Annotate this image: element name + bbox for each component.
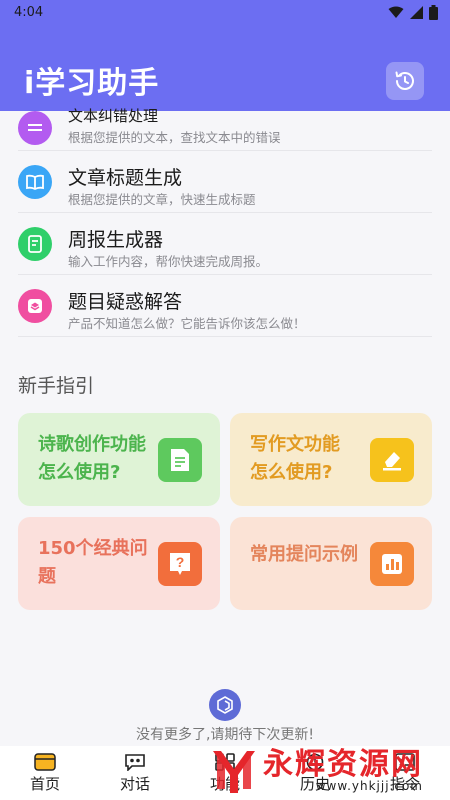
status-icons <box>388 4 438 20</box>
watermark: 永辉资源网 www.yhkjjj.com <box>205 740 450 800</box>
watermark-name: 永辉资源网 <box>263 747 423 782</box>
battery-icon <box>429 4 438 20</box>
tab-label: 首页 <box>29 774 60 793</box>
list-item-subtitle: 根据您提供的文本，查找文本中的错误 <box>68 130 281 145</box>
history-button[interactable] <box>386 62 424 100</box>
list-item-weekly-report[interactable]: 周报生成器 输入工作内容，帮你快速完成周报。 <box>18 213 432 275</box>
card-title-line2: 怎么使用? <box>250 462 333 483</box>
watermark-logo <box>205 741 263 799</box>
card-title-line2: 题 <box>38 566 56 587</box>
wifi-icon <box>388 6 404 18</box>
home-icon <box>34 752 56 771</box>
list-item-subtitle: 产品不知道怎么做？它能告诉你该怎么做！ <box>68 316 306 331</box>
document-icon <box>158 438 202 482</box>
question-icon: ? <box>158 542 202 586</box>
list-item-title: 文章标题生成 <box>68 167 183 189</box>
guide-card-essay[interactable]: 写作文功能 怎么使用? <box>230 413 432 506</box>
bar-chart-icon <box>370 542 414 586</box>
card-title-line1: 常用提问示例 <box>250 544 358 565</box>
chat-icon <box>125 753 145 771</box>
card-title-line1: 写作文功能 <box>250 434 340 455</box>
list-item-subtitle: 输入工作内容，帮你快速完成周报。 <box>68 254 269 269</box>
guide-card-question-examples[interactable]: 常用提问示例 <box>230 517 432 610</box>
list-item-text-correct[interactable]: 文本纠错处理 根据您提供的文本，查找文本中的错误 <box>18 107 432 151</box>
list-item-title: 周报生成器 <box>68 229 164 251</box>
list-item-subtitle: 根据您提供的文章，快速生成标题 <box>68 192 256 207</box>
tab-label: 对话 <box>119 774 150 793</box>
eraser-icon <box>370 438 414 482</box>
list-item-title-gen[interactable]: 文章标题生成 根据您提供的文章，快速生成标题 <box>18 151 432 213</box>
card-title-line1: 150个经典问 <box>38 538 148 559</box>
watermark-url: www.yhkjjj.com <box>315 779 423 793</box>
list-item-question-answer[interactable]: 题目疑惑解答 产品不知道怎么做？它能告诉你该怎么做！ <box>18 275 432 337</box>
text-correct-icon <box>18 111 52 145</box>
guide-card-classic-questions[interactable]: 150个经典问 题 ? <box>18 517 220 610</box>
card-title-line1: 诗歌创作功能 <box>38 434 146 455</box>
tab-chat[interactable]: 对话 <box>95 753 175 794</box>
status-bar: 4:04 <box>0 0 450 24</box>
tab-home[interactable]: 首页 <box>5 752 85 794</box>
list-item-title: 文本纠错处理 <box>68 107 159 125</box>
app-title: i学习助手 <box>24 66 160 101</box>
card-title-line2: 怎么使用? <box>38 462 121 483</box>
book-icon <box>18 165 52 199</box>
status-time: 4:04 <box>14 4 44 20</box>
cube-icon <box>18 289 52 323</box>
history-icon <box>395 71 414 90</box>
guide-section-title: 新手指引 <box>18 375 95 397</box>
guide-card-poem[interactable]: 诗歌创作功能 怎么使用? <box>18 413 220 506</box>
svg-text:?: ? <box>176 554 185 570</box>
app-logo <box>209 689 241 721</box>
report-icon <box>18 227 52 261</box>
app-header: 4:04 i学习助手 <box>0 0 450 111</box>
watermark-text: 永辉资源网 www.yhkjjj.com <box>263 747 423 793</box>
signal-icon <box>410 5 423 19</box>
function-list: 文本纠错处理 根据您提供的文本，查找文本中的错误 文章标题生成 根据您提供的文章… <box>18 107 432 337</box>
list-item-title: 题目疑惑解答 <box>68 291 183 313</box>
